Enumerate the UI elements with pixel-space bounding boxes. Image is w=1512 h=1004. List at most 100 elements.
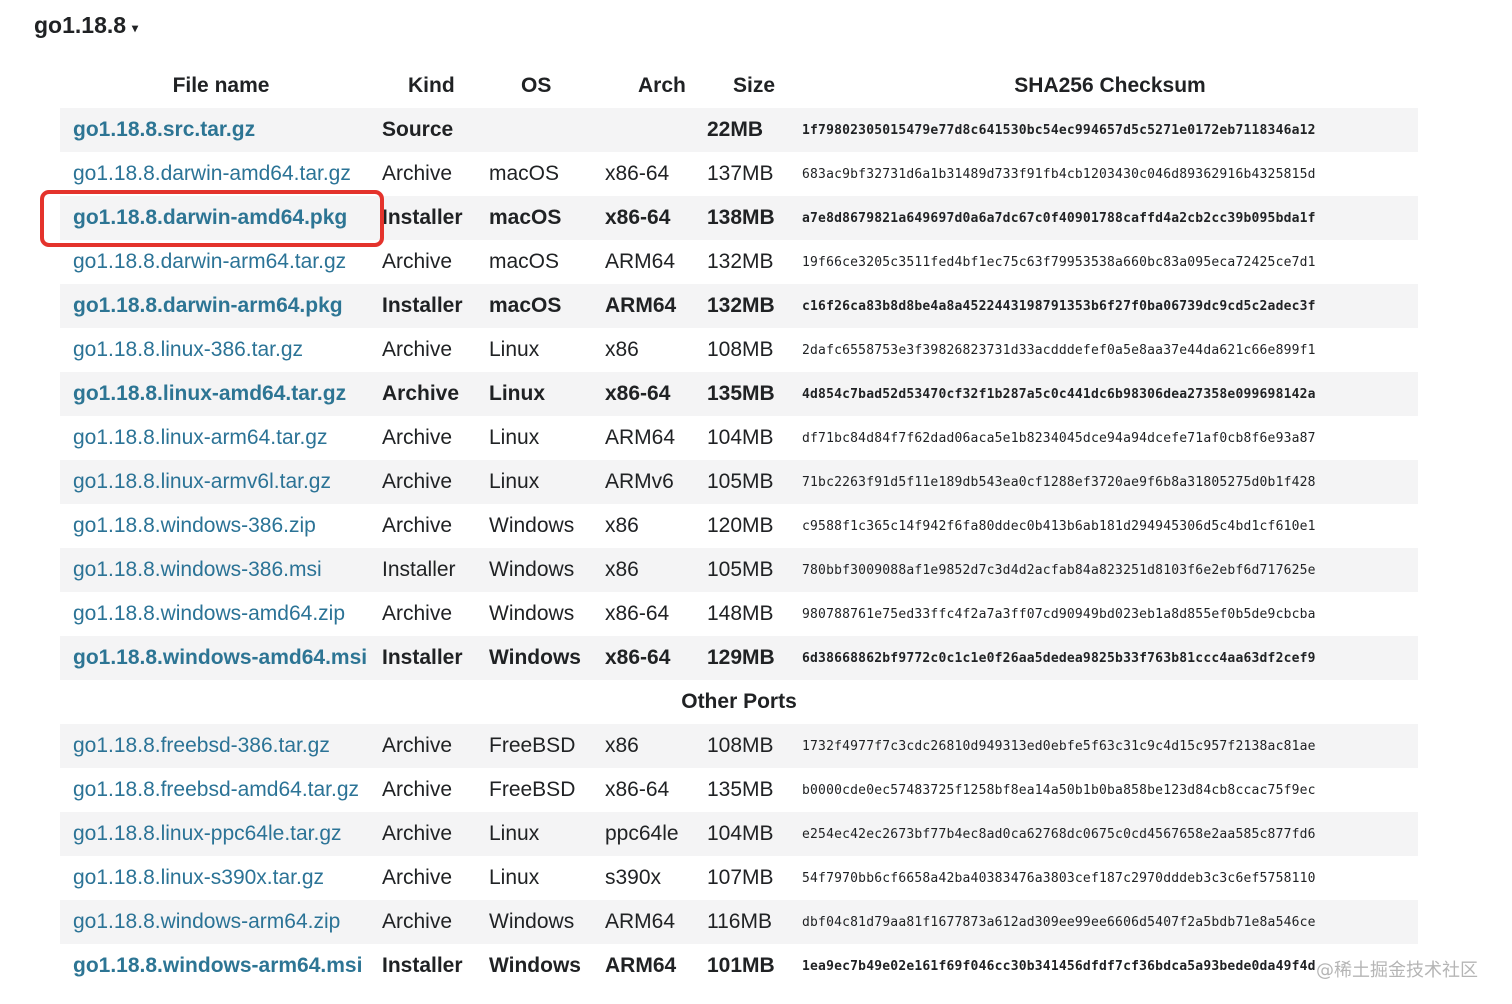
- kind-cell: Archive: [382, 162, 453, 185]
- checksum-cell: 1f79802305015479e77d8c641530bc54ec994657…: [802, 108, 1418, 152]
- arch-cell: [605, 108, 707, 152]
- size-cell: 135MB: [707, 372, 802, 416]
- file-name-cell: go1.18.8.darwin-arm64.pkg: [60, 284, 382, 328]
- os-cell: Linux: [489, 372, 605, 416]
- file-name-link[interactable]: go1.18.8.darwin-arm64.tar.gz: [73, 250, 346, 273]
- file-name-link[interactable]: go1.18.8.linux-amd64.tar.gz: [73, 382, 346, 405]
- file-name-link[interactable]: go1.18.8.linux-armv6l.tar.gz: [73, 470, 331, 493]
- os-cell: macOS: [489, 196, 605, 240]
- checksum-cell: c9588f1c365c14f942f6fa80ddec0b413b6ab181…: [802, 518, 1316, 534]
- os-cell: Windows: [489, 514, 575, 537]
- section-title: Other Ports: [60, 680, 1418, 724]
- size-cell: 135MB: [707, 778, 774, 801]
- os-cell: Windows: [489, 900, 605, 944]
- table-row: go1.18.8.linux-amd64.tar.gz Archive Linux x…: [60, 372, 1418, 416]
- checksum-cell: e254ec42ec2673bf77b4ec8ad0ca62768dc0675c…: [802, 812, 1418, 856]
- kind-cell: Archive: [382, 514, 453, 537]
- checksum-cell: c16f26ca83b8d8be4a8a4522443198791353b6f2…: [802, 284, 1418, 328]
- os-cell: macOS: [489, 162, 560, 185]
- downloads-table: File name Kind OS Arch Size SHA256 Check…: [60, 64, 1418, 988]
- file-name-link[interactable]: go1.18.8.linux-ppc64le.tar.gz: [73, 822, 342, 845]
- watermark: @稀土掘金技术社区: [1316, 960, 1478, 981]
- file-name-cell: go1.18.8.linux-s390x.tar.gz: [60, 856, 382, 900]
- size-cell: 105MB: [707, 548, 802, 592]
- kind-cell: Archive: [382, 900, 489, 944]
- size-cell: 108MB: [707, 338, 774, 361]
- file-name-link[interactable]: go1.18.8.windows-arm64.msi: [73, 954, 362, 977]
- os-cell: Linux: [489, 460, 605, 504]
- file-name-cell: go1.18.8.windows-386.msi: [60, 548, 382, 592]
- file-name-link[interactable]: go1.18.8.linux-arm64.tar.gz: [73, 426, 327, 449]
- table-row: go1.18.8.windows-amd64.zip Archive Windows…: [60, 592, 1418, 636]
- arch-cell: x86-64: [605, 372, 707, 416]
- kind-cell: Archive: [382, 338, 453, 361]
- table-row: go1.18.8.darwin-arm64.tar.gz Archive macOS…: [60, 240, 1418, 284]
- arch-cell: ARMv6: [605, 460, 707, 504]
- table-row: go1.18.8.linux-s390x.tar.gz Archive Linux s…: [60, 856, 1418, 900]
- arch-cell: ARM64: [605, 426, 676, 449]
- kind-cell: Installer: [382, 954, 463, 977]
- kind-cell: Archive: [382, 372, 489, 416]
- file-name-link[interactable]: go1.18.8.windows-amd64.msi: [73, 646, 367, 669]
- kind-cell: Installer: [382, 636, 489, 680]
- os-cell: Windows: [489, 548, 605, 592]
- file-name-link[interactable]: go1.18.8.linux-s390x.tar.gz: [73, 866, 324, 889]
- caret-down-icon: ▾: [132, 20, 139, 35]
- kind-cell: Archive: [382, 866, 453, 889]
- file-name-link[interactable]: go1.18.8.windows-386.zip: [73, 514, 316, 537]
- file-name-link[interactable]: go1.18.8.windows-amd64.zip: [73, 602, 345, 625]
- arch-cell: x86-64: [605, 196, 707, 240]
- size-cell: 138MB: [707, 196, 802, 240]
- version-toggle[interactable]: go1.18.8 ▾: [34, 12, 138, 39]
- checksum-cell: 2dafc6558753e3f39826823731d33acdddefef0a…: [802, 342, 1316, 358]
- file-name-link[interactable]: go1.18.8.darwin-amd64.tar.gz: [73, 162, 351, 185]
- kind-cell: Installer: [382, 196, 489, 240]
- file-name-cell: go1.18.8.windows-386.zip: [60, 504, 382, 548]
- file-name-link[interactable]: go1.18.8.windows-386.msi: [73, 558, 322, 581]
- file-name-link[interactable]: go1.18.8.freebsd-386.tar.gz: [73, 734, 330, 757]
- file-name-link[interactable]: go1.18.8.darwin-arm64.pkg: [73, 294, 343, 317]
- os-cell: Windows: [489, 954, 581, 977]
- os-cell: FreeBSD: [489, 778, 576, 801]
- file-name-link[interactable]: go1.18.8.darwin-amd64.pkg: [73, 206, 347, 229]
- arch-cell: s390x: [605, 866, 662, 889]
- table-row: go1.18.8.windows-386.msi Installer Windows…: [60, 548, 1418, 592]
- table-row: go1.18.8.windows-arm64.msi Installer Windo…: [60, 944, 1418, 988]
- size-cell: 108MB: [707, 724, 802, 768]
- header-arch: Arch: [638, 74, 686, 97]
- os-cell: FreeBSD: [489, 724, 605, 768]
- version-label: go1.18.8: [34, 12, 127, 38]
- table-header-row: File name Kind OS Arch Size SHA256 Check…: [60, 64, 1418, 108]
- checksum-cell: 54f7970bb6cf6658a42ba40383476a3803cef187…: [802, 870, 1316, 886]
- file-name-cell: go1.18.8.darwin-amd64.pkg: [60, 196, 382, 240]
- kind-cell: Archive: [382, 460, 489, 504]
- file-name-cell: go1.18.8.linux-amd64.tar.gz: [60, 372, 382, 416]
- file-name-link[interactable]: go1.18.8.windows-arm64.zip: [73, 910, 340, 933]
- header-kind: Kind: [408, 74, 455, 97]
- table-row: go1.18.8.darwin-amd64.tar.gz Archive macOS…: [60, 152, 1418, 196]
- os-cell: Linux: [489, 866, 540, 889]
- file-name-cell: go1.18.8.linux-arm64.tar.gz: [60, 416, 382, 460]
- arch-cell: ARM64: [605, 284, 707, 328]
- kind-cell: Archive: [382, 812, 489, 856]
- checksum-cell: 19f66ce3205c3511fed4bf1ec75c63f79953538a…: [802, 254, 1316, 270]
- file-name-link[interactable]: go1.18.8.src.tar.gz: [73, 118, 255, 141]
- arch-cell: x86: [605, 724, 707, 768]
- table-row: go1.18.8.windows-386.zip Archive Windows x8…: [60, 504, 1418, 548]
- file-name-cell: go1.18.8.linux-386.tar.gz: [60, 328, 382, 372]
- header-checksum: SHA256 Checksum: [1014, 74, 1206, 97]
- file-name-link[interactable]: go1.18.8.freebsd-amd64.tar.gz: [73, 778, 359, 801]
- size-cell: 104MB: [707, 426, 774, 449]
- table-row: go1.18.8.linux-ppc64le.tar.gz Archive Linu…: [60, 812, 1418, 856]
- checksum-cell: 1732f4977f7c3cdc26810d949313ed0ebfe5f63c…: [802, 724, 1418, 768]
- file-name-cell: go1.18.8.freebsd-386.tar.gz: [60, 724, 382, 768]
- size-cell: 116MB: [707, 900, 802, 944]
- checksum-cell: 780bbf3009088af1e9852d7c3d4d2acfab84a823…: [802, 548, 1418, 592]
- table-row: go1.18.8.windows-arm64.zip Archive Windows…: [60, 900, 1418, 944]
- file-name-link[interactable]: go1.18.8.linux-386.tar.gz: [73, 338, 303, 361]
- header-file-name: File name: [172, 74, 270, 97]
- os-cell: Linux: [489, 338, 540, 361]
- kind-cell: Archive: [382, 426, 453, 449]
- size-cell: 22MB: [707, 108, 802, 152]
- file-name-cell: go1.18.8.freebsd-amd64.tar.gz: [60, 768, 382, 812]
